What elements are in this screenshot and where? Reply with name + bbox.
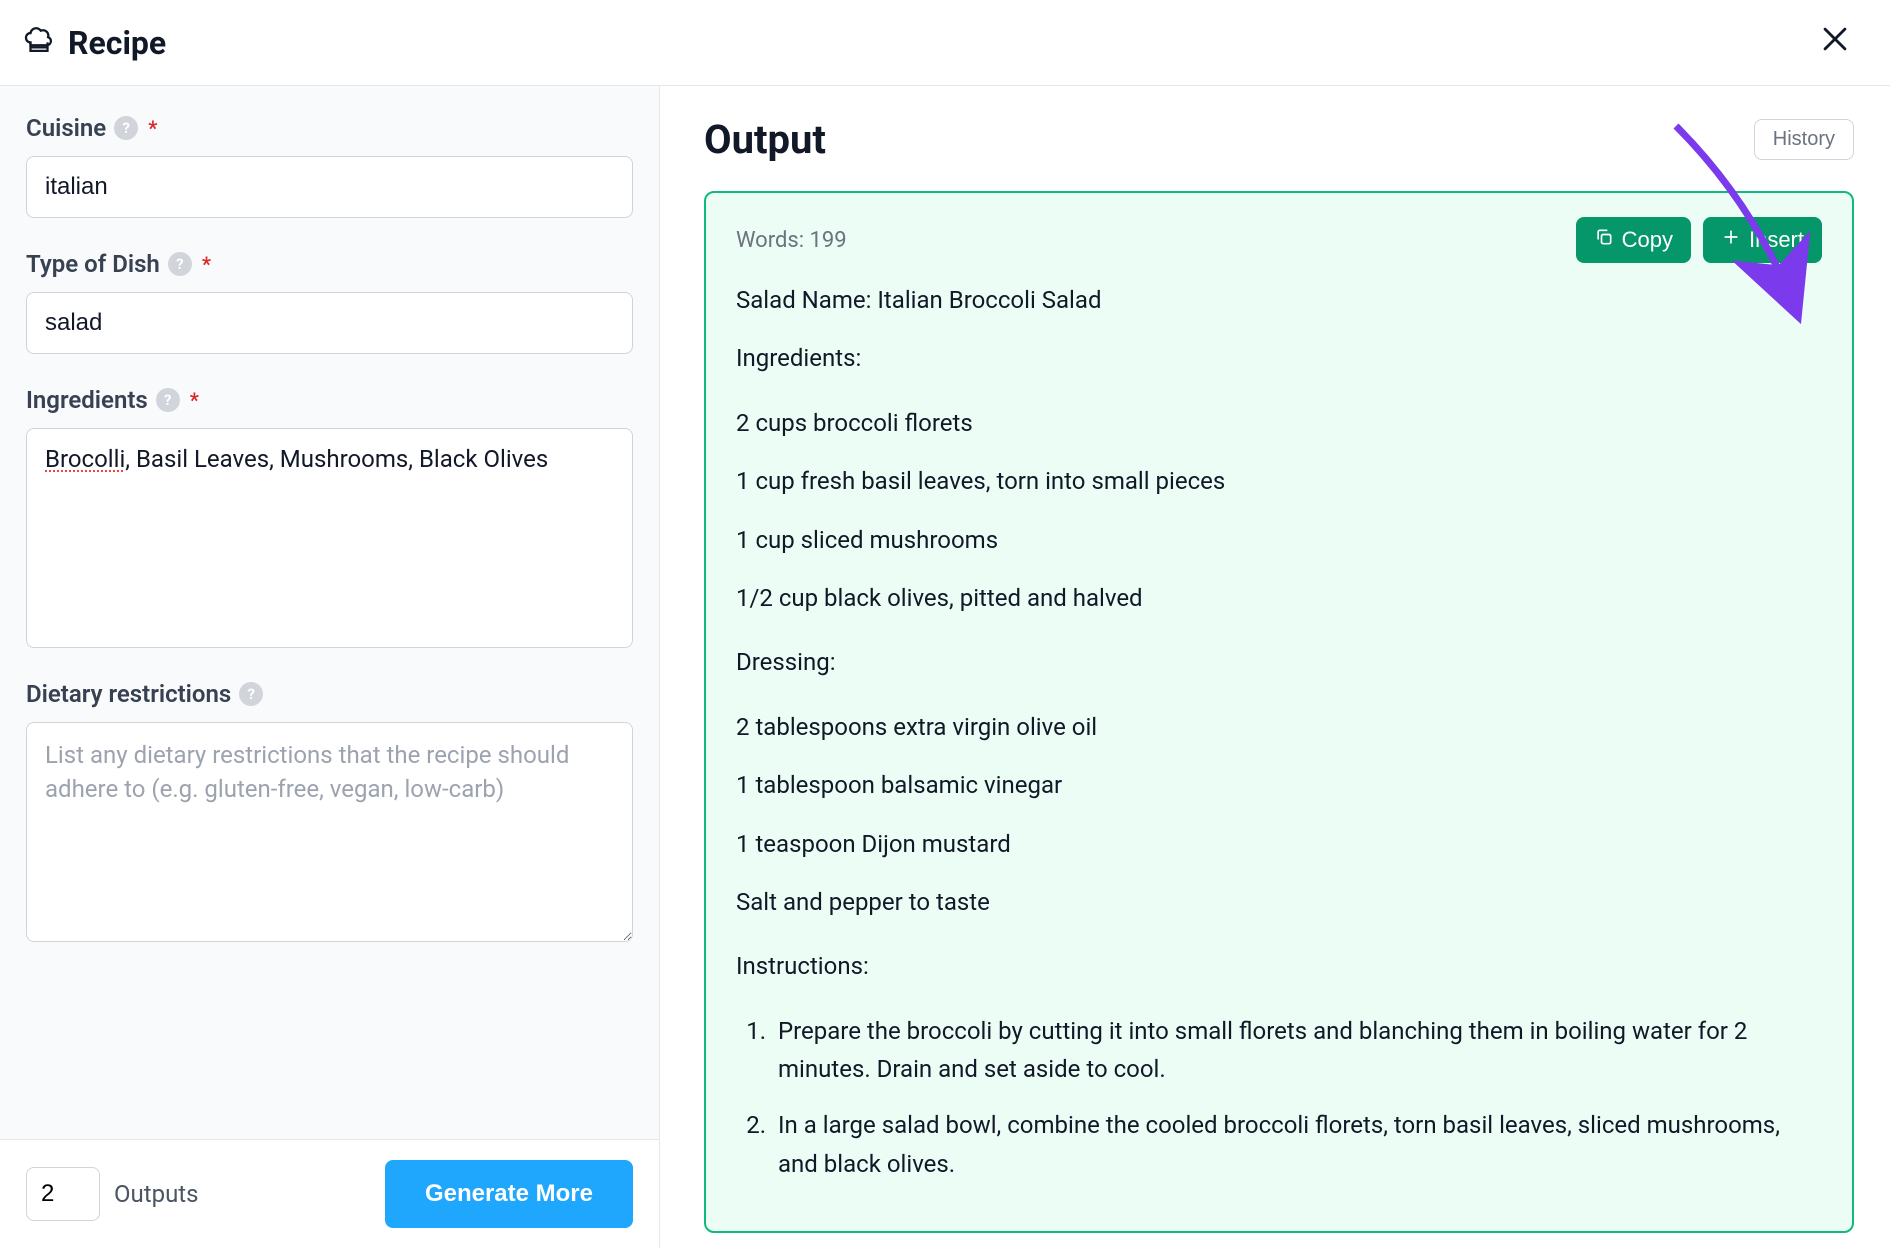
dietary-textarea[interactable] bbox=[26, 722, 633, 942]
ingredients-header: Ingredients: bbox=[736, 339, 1822, 377]
form-footer: Outputs Generate More bbox=[0, 1139, 659, 1248]
outputs-count-input[interactable] bbox=[26, 1167, 100, 1221]
chef-hat-icon bbox=[22, 24, 56, 62]
help-icon[interactable]: ? bbox=[168, 252, 192, 276]
instructions-header: Instructions: bbox=[736, 947, 1822, 985]
form-panel: Cuisine ? * Type of Dish ? * Ingredients… bbox=[0, 86, 660, 1248]
ingredient-line: 2 cups broccoli florets bbox=[736, 404, 1822, 442]
recipe-name: Salad Name: Italian Broccoli Salad bbox=[736, 281, 1822, 319]
output-card: Words: 199 Copy bbox=[704, 191, 1854, 1233]
word-count: Words: 199 bbox=[736, 228, 847, 253]
ingredients-textarea[interactable]: Brocolli, Basil Leaves, Mushrooms, Black… bbox=[26, 428, 633, 648]
copy-button-label: Copy bbox=[1622, 227, 1673, 253]
instruction-step: Prepare the broccoli by cutting it into … bbox=[772, 1012, 1822, 1089]
required-star: * bbox=[202, 252, 211, 276]
ingredients-label: Ingredients bbox=[26, 386, 148, 414]
insert-button[interactable]: Insert bbox=[1703, 217, 1822, 263]
dressing-line: Salt and pepper to taste bbox=[736, 883, 1822, 921]
history-button[interactable]: History bbox=[1754, 119, 1854, 160]
dish-type-label: Type of Dish bbox=[26, 250, 160, 278]
insert-button-label: Insert bbox=[1749, 227, 1804, 253]
outputs-label: Outputs bbox=[114, 1180, 199, 1208]
modal-header: Recipe bbox=[0, 0, 1890, 86]
output-panel: Output History Words: 199 Copy bbox=[660, 86, 1890, 1248]
generate-more-button[interactable]: Generate More bbox=[385, 1160, 633, 1228]
required-star: * bbox=[148, 116, 157, 140]
dish-type-input[interactable] bbox=[26, 292, 633, 354]
dressing-line: 1 teaspoon Dijon mustard bbox=[736, 825, 1822, 863]
ingredient-line: 1/2 cup black olives, pitted and halved bbox=[736, 579, 1822, 617]
output-title: Output bbox=[704, 116, 826, 163]
cuisine-input[interactable] bbox=[26, 156, 633, 218]
help-icon[interactable]: ? bbox=[156, 388, 180, 412]
dietary-label: Dietary restrictions bbox=[26, 680, 231, 708]
copy-button[interactable]: Copy bbox=[1576, 217, 1691, 263]
dressing-header: Dressing: bbox=[736, 643, 1822, 681]
instruction-step: In a large salad bowl, combine the coole… bbox=[772, 1106, 1822, 1183]
dressing-line: 2 tablespoons extra virgin olive oil bbox=[736, 708, 1822, 746]
copy-icon bbox=[1594, 227, 1614, 253]
cuisine-label: Cuisine bbox=[26, 114, 106, 142]
close-icon[interactable] bbox=[1810, 18, 1860, 67]
modal-title: Recipe bbox=[68, 24, 166, 62]
ingredient-line: 1 cup sliced mushrooms bbox=[736, 521, 1822, 559]
help-icon[interactable]: ? bbox=[239, 682, 263, 706]
ingredient-line: 1 cup fresh basil leaves, torn into smal… bbox=[736, 462, 1822, 500]
dressing-line: 1 tablespoon balsamic vinegar bbox=[736, 766, 1822, 804]
recipe-text: Salad Name: Italian Broccoli Salad Ingre… bbox=[736, 281, 1822, 1183]
plus-icon bbox=[1721, 227, 1741, 253]
help-icon[interactable]: ? bbox=[114, 116, 138, 140]
required-star: * bbox=[190, 388, 199, 412]
